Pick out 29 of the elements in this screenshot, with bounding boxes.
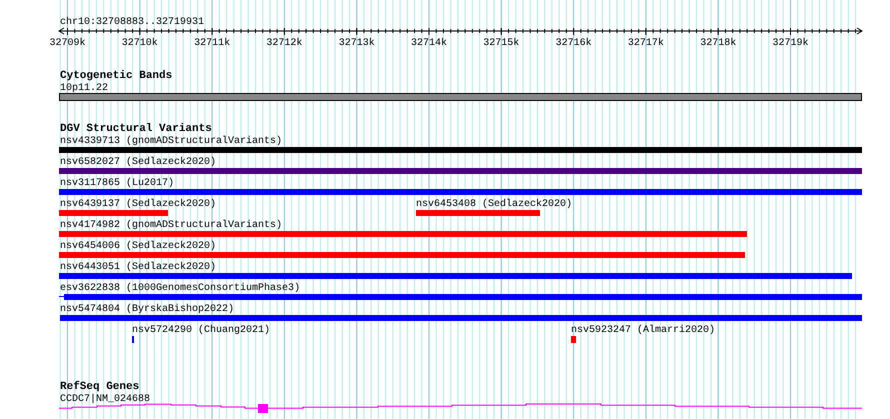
tick-label: 32713k: [338, 38, 375, 49]
variant-label: esv3622838 (1000GenomesConsortiumPhase3): [60, 283, 300, 294]
variant-label: nsv4174982 (gnomADStructuralVariants): [60, 220, 282, 231]
variant-label: nsv4339713 (gnomADStructuralVariants): [60, 136, 282, 147]
variant-label: nsv5923247 (Almarri2020): [571, 325, 716, 336]
gene-label: CCDC7|NM_024688: [60, 394, 150, 405]
variant-label: nsv5724290 (Chuang2021): [132, 325, 270, 336]
tick-label: 32711k: [194, 38, 230, 49]
locus-label: chr10:32708883..32719931: [60, 17, 204, 28]
tick-label: 32712k: [266, 38, 302, 49]
variant-label: nsv6439137 (Sedlazeck2020): [60, 199, 216, 210]
variant-label: nsv6443051 (Sedlazeck2020): [60, 262, 216, 273]
track-title: Cytogenetic Bands: [60, 70, 172, 82]
tick-label: 32714k: [411, 38, 447, 49]
variant-label: nsv5474804 (ByrskaBishop2022): [60, 304, 234, 315]
tick-label: 32716k: [556, 38, 592, 49]
variant-label: nsv6582027 (Sedlazeck2020): [60, 157, 216, 168]
tick-label: 32710k: [122, 38, 158, 49]
track-title: DGV Structural Variants: [60, 123, 212, 135]
tick-label: 32717k: [628, 38, 664, 49]
tick-label: 32715k: [483, 38, 520, 49]
tick-label: 32709k: [50, 38, 86, 49]
variant-label: nsv6453408 (Sedlazeck2020): [416, 199, 572, 210]
tick-label: 32718k: [700, 38, 736, 49]
track-title: RefSeq Genes: [60, 381, 140, 393]
variant-label: nsv3117865 (Lu2017): [60, 178, 174, 189]
band-label: 10p11.22: [60, 83, 108, 94]
tick-label: 32719k: [772, 38, 808, 49]
variant-label: nsv6454006 (Sedlazeck2020): [60, 241, 216, 252]
